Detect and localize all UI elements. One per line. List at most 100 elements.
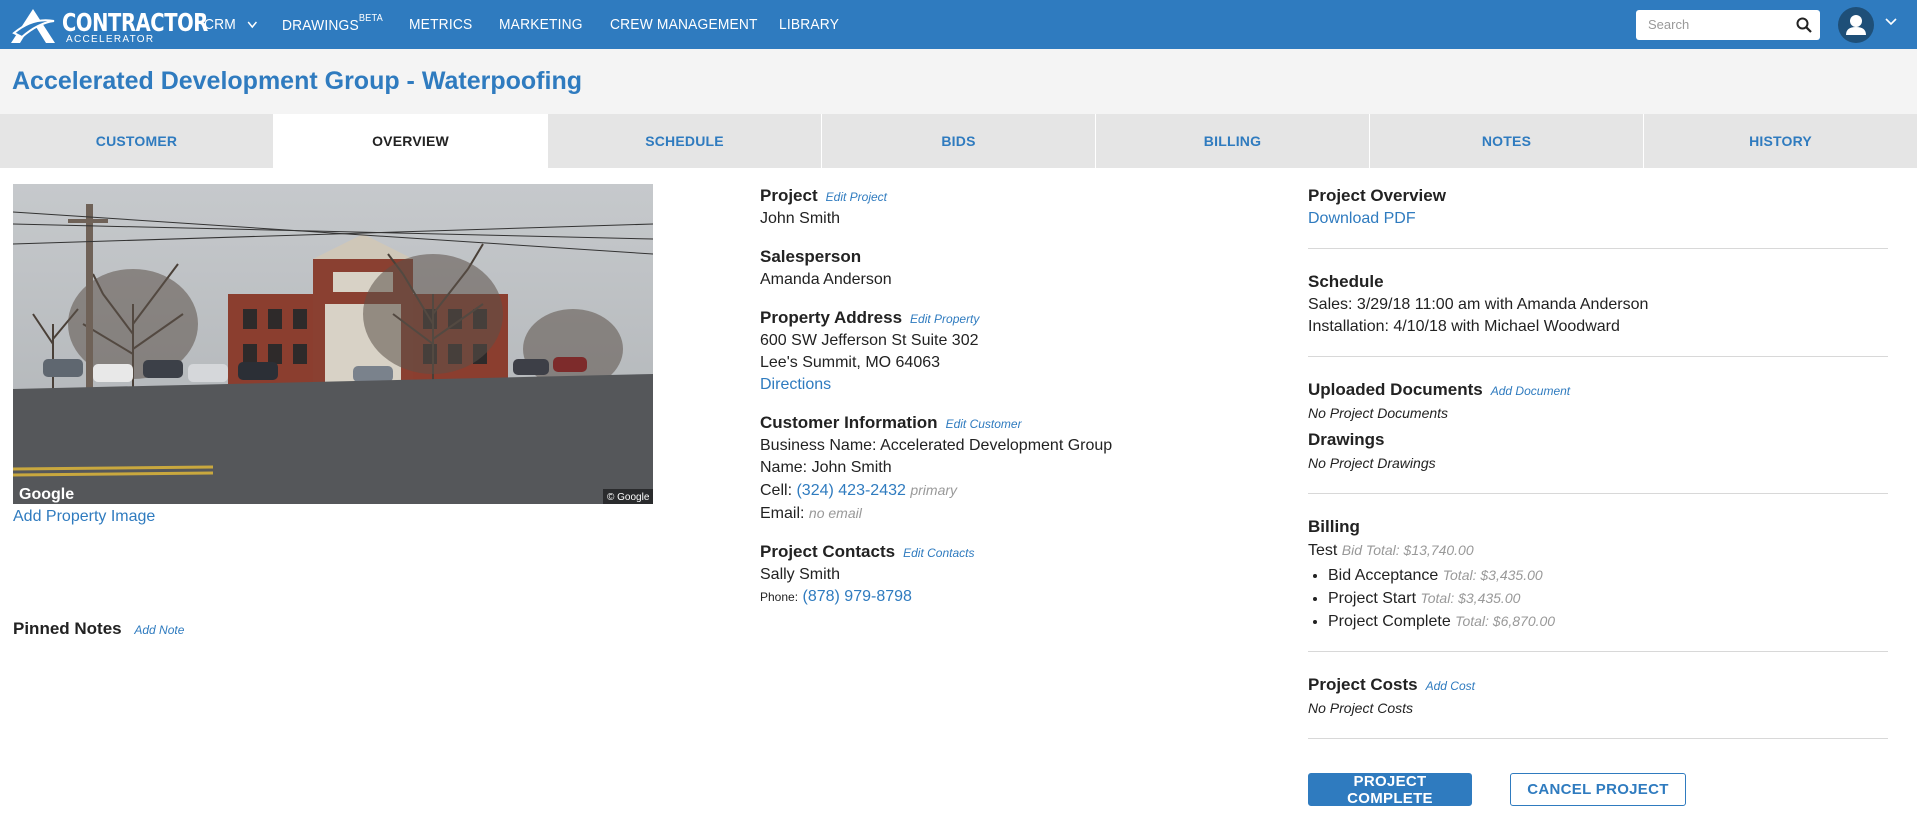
property-address-block: Property Address Edit Property 600 SW Jef… — [760, 307, 1280, 396]
search-input[interactable] — [1646, 16, 1790, 33]
customer-information-heading: Customer Information — [760, 413, 938, 432]
billing-heading: Billing — [1308, 517, 1360, 536]
primary-tag: primary — [910, 482, 958, 498]
nav-crew-management[interactable]: CREW MANAGEMENT — [610, 16, 758, 33]
project-costs-section: Project Costs Add Cost No Project Costs — [1308, 674, 1888, 739]
beta-badge: BETA — [358, 13, 383, 24]
business-name-label: Business Name: — [760, 437, 877, 454]
salesperson-block: Salesperson Amanda Anderson — [760, 246, 1280, 291]
list-item: Bid Acceptance Total: $3,435.00 — [1328, 564, 1888, 587]
project-name: John Smith — [760, 210, 841, 227]
contact-phone-link[interactable]: (878) 979-8798 — [803, 588, 912, 605]
address-line-1: 600 SW Jefferson St Suite 302 — [760, 332, 979, 349]
cell-label: Cell: — [760, 482, 793, 499]
edit-contacts-link[interactable]: Edit Contacts — [903, 546, 974, 560]
nav-metrics[interactable]: METRICS — [409, 16, 472, 33]
no-documents-text: No Project Documents — [1308, 405, 1449, 421]
sales-appointment: Sales: 3/29/18 11:00 am with Amanda Ande… — [1308, 296, 1649, 313]
add-document-link[interactable]: Add Document — [1491, 384, 1570, 398]
nav-crm-label: CRM — [204, 16, 236, 33]
project-overview-heading: Project Overview — [1308, 186, 1446, 205]
tab-schedule[interactable]: SCHEDULE — [548, 114, 822, 168]
milestone-name: Project Complete — [1328, 613, 1451, 630]
top-navbar: CONTRACTOR ACCELERATOR CRM DRAWINGSBETA … — [0, 0, 1917, 49]
add-cost-link[interactable]: Add Cost — [1426, 679, 1475, 693]
contact-phone-label: Phone: — [760, 590, 799, 604]
email-label: Email: — [760, 505, 805, 522]
tab-overview[interactable]: OVERVIEW — [274, 114, 548, 168]
salesperson-heading: Salesperson — [760, 247, 862, 266]
cell-phone-link[interactable]: (324) 423-2432 — [796, 482, 905, 499]
pinned-notes-heading: Pinned Notes — [13, 619, 122, 638]
no-costs-text: No Project Costs — [1308, 700, 1414, 716]
logo-tagline: ACCELERATOR — [66, 34, 155, 45]
street-view-photo: Google © Google — [13, 184, 653, 504]
documents-section: Uploaded Documents Add Document No Projec… — [1308, 379, 1888, 494]
chevron-down-icon — [247, 21, 258, 29]
address-line-2: Lee's Summit, MO 64063 — [760, 354, 941, 371]
search-box — [1636, 10, 1820, 40]
milestone-name: Project Start — [1328, 590, 1417, 607]
edit-customer-link[interactable]: Edit Customer — [946, 417, 1022, 431]
tab-billing[interactable]: BILLING — [1096, 114, 1370, 168]
no-drawings-text: No Project Drawings — [1308, 455, 1436, 471]
nav-library-label: LIBRARY — [779, 16, 840, 33]
billing-milestones: Bid Acceptance Total: $3,435.00 Project … — [1308, 564, 1888, 633]
nav-drawings[interactable]: DRAWINGSBETA — [282, 13, 383, 34]
tab-customer[interactable]: CUSTOMER — [0, 114, 274, 168]
nav-marketing[interactable]: MARKETING — [499, 16, 583, 33]
nav-crew-management-label: CREW MANAGEMENT — [610, 16, 758, 33]
google-copyright: © Google — [607, 492, 650, 503]
project-complete-button[interactable]: PROJECT COMPLETE — [1308, 773, 1472, 807]
search-icon[interactable] — [1796, 17, 1812, 33]
name-label: Name: — [760, 459, 808, 476]
milestone-total: Total: $3,435.00 — [1442, 567, 1543, 583]
add-note-link[interactable]: Add Note — [134, 623, 184, 637]
logo-a-icon — [11, 9, 55, 43]
nav-marketing-label: MARKETING — [499, 16, 583, 33]
schedule-heading: Schedule — [1308, 272, 1384, 291]
property-street-view-image: Google © Google — [13, 184, 653, 504]
uploaded-documents-heading: Uploaded Documents — [1308, 380, 1483, 399]
user-icon — [1846, 15, 1866, 35]
download-pdf-link[interactable]: Download PDF — [1308, 210, 1416, 227]
schedule-section: Schedule Sales: 3/29/18 11:00 am with Am… — [1308, 271, 1888, 357]
installation-appointment: Installation: 4/10/18 with Michael Woodw… — [1308, 318, 1620, 335]
nav-drawings-label: DRAWINGS — [282, 17, 359, 34]
nav-library[interactable]: LIBRARY — [779, 16, 839, 33]
pinned-notes-section: Pinned Notes Add Note — [13, 619, 184, 639]
project-details: Project Edit Project John Smith Salespers… — [760, 185, 1280, 624]
milestone-name: Bid Acceptance — [1328, 567, 1439, 584]
edit-property-link[interactable]: Edit Property — [910, 312, 979, 326]
directions-link[interactable]: Directions — [760, 376, 831, 393]
cancel-project-button[interactable]: CANCEL PROJECT — [1510, 773, 1686, 806]
avatar[interactable] — [1838, 7, 1874, 43]
milestone-total: Total: $6,870.00 — [1455, 613, 1556, 629]
edit-project-link[interactable]: Edit Project — [826, 190, 887, 204]
tab-notes[interactable]: NOTES — [1370, 114, 1644, 168]
project-overview-panel: Project Overview Download PDF Schedule S… — [1308, 185, 1888, 761]
title-band: Accelerated Development Group - Waterpoo… — [0, 49, 1917, 114]
drawings-heading: Drawings — [1308, 430, 1385, 449]
contact-name: Sally Smith — [760, 566, 841, 583]
business-name: Accelerated Development Group — [880, 437, 1113, 454]
project-block: Project Edit Project John Smith — [760, 185, 1280, 230]
property-address-heading: Property Address — [760, 308, 903, 327]
project-overview-section: Project Overview Download PDF — [1308, 185, 1888, 249]
salesperson-name: Amanda Anderson — [760, 271, 892, 288]
nav-crm[interactable]: CRM — [204, 16, 258, 33]
list-item: Project Complete Total: $6,870.00 — [1328, 610, 1888, 633]
billing-section: Billing Test Bid Total: $13,740.00 Bid A… — [1308, 516, 1888, 652]
bid-total: Bid Total: $13,740.00 — [1341, 542, 1474, 558]
project-contacts-heading: Project Contacts — [760, 542, 896, 561]
contractor-accelerator-logo[interactable]: CONTRACTOR ACCELERATOR — [8, 5, 208, 45]
tab-history[interactable]: HISTORY — [1644, 114, 1917, 168]
tab-bids[interactable]: BIDS — [822, 114, 1096, 168]
add-property-image-link[interactable]: Add Property Image — [13, 508, 155, 526]
chevron-down-icon[interactable] — [1885, 18, 1897, 26]
project-contacts-block: Project Contacts Edit Contacts Sally Smit… — [760, 541, 1280, 608]
email-value: no email — [808, 505, 862, 521]
project-heading: Project — [760, 186, 818, 205]
customer-name: John Smith — [811, 459, 892, 476]
nav-metrics-label: METRICS — [409, 16, 473, 33]
